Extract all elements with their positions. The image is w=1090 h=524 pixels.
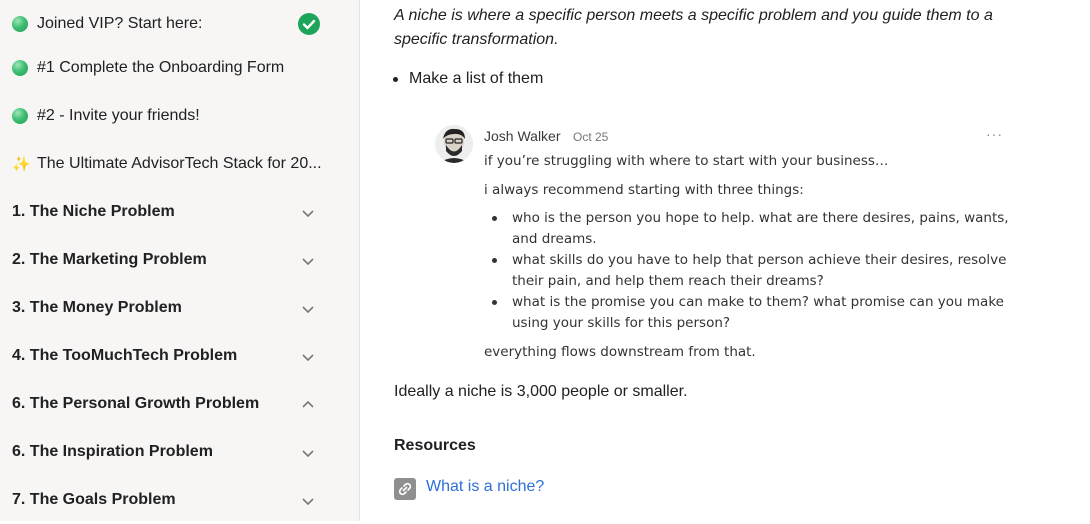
link-icon bbox=[394, 478, 416, 500]
resource-link[interactable]: What is a niche? bbox=[426, 478, 544, 496]
chevron-down-icon[interactable] bbox=[300, 445, 316, 461]
comment-line: everything flows downstream from that. bbox=[484, 344, 756, 360]
section-inspiration-problem[interactable]: 6. The Inspiration Problem bbox=[0, 428, 360, 476]
comment-list-item: what is the promise you can make to them… bbox=[492, 292, 1012, 334]
green-dot-icon bbox=[12, 16, 28, 32]
niche-definition-quote: A niche is where a specific person meets… bbox=[394, 7, 993, 48]
section-niche-problem[interactable]: 1. The Niche Problem bbox=[0, 188, 360, 236]
sidebar-item-advisortech-stack[interactable]: ✨ The Ultimate AdvisorTech Stack for 20.… bbox=[0, 140, 360, 188]
chevron-down-icon[interactable] bbox=[300, 301, 316, 317]
sidebar-item-invite-friends[interactable]: #2 - Invite your friends! bbox=[0, 92, 360, 140]
chevron-down-icon[interactable] bbox=[300, 493, 316, 509]
comment-list-item: who is the person you hope to help. what… bbox=[492, 208, 1012, 250]
comment-list-item: what skills do you have to help that per… bbox=[492, 250, 1012, 292]
sidebar-item-label: Joined VIP? Start here: bbox=[37, 15, 203, 32]
green-dot-icon bbox=[12, 108, 28, 124]
section-money-problem[interactable]: 3. The Money Problem bbox=[0, 284, 360, 332]
green-dot-icon bbox=[12, 60, 28, 76]
section-label: 1. The Niche Problem bbox=[12, 203, 175, 220]
section-label: 4. The TooMuchTech Problem bbox=[12, 347, 238, 364]
sidebar-item-label: #1 Complete the Onboarding Form bbox=[37, 59, 285, 76]
comment-line: if you’re struggling with where to start… bbox=[484, 153, 889, 169]
resources-heading: Resources bbox=[394, 437, 476, 454]
sidebar-item-joined-vip[interactable]: Joined VIP? Start here: bbox=[0, 0, 360, 48]
lesson-content: A niche is where a specific person meets… bbox=[361, 0, 1090, 521]
completed-check-icon bbox=[298, 13, 320, 35]
chevron-down-icon[interactable] bbox=[300, 205, 316, 221]
comment-line: i always recommend starting with three t… bbox=[484, 182, 804, 198]
section-toomuchtech-problem[interactable]: 4. The TooMuchTech Problem bbox=[0, 332, 360, 380]
section-label: 6. The Inspiration Problem bbox=[12, 443, 213, 460]
sidebar-item-onboarding-form[interactable]: #1 Complete the Onboarding Form bbox=[0, 44, 360, 92]
paragraph: Ideally a niche is 3,000 people or small… bbox=[394, 383, 688, 400]
section-marketing-problem[interactable]: 2. The Marketing Problem bbox=[0, 236, 360, 284]
section-goals-problem[interactable]: 7. The Goals Problem bbox=[0, 476, 360, 524]
section-personal-growth-problem[interactable]: 6. The Personal Growth Problem bbox=[0, 380, 360, 428]
sidebar-item-label: The Ultimate AdvisorTech Stack for 20... bbox=[37, 155, 322, 172]
avatar[interactable] bbox=[435, 125, 473, 163]
comment-author[interactable]: Josh Walker bbox=[484, 128, 561, 144]
chevron-down-icon[interactable] bbox=[300, 349, 316, 365]
section-label: 3. The Money Problem bbox=[12, 299, 182, 316]
sparkles-icon: ✨ bbox=[12, 156, 31, 173]
sidebar: Joined VIP? Start here: #1 Complete the … bbox=[0, 0, 360, 521]
list-item: Make a list of them bbox=[392, 68, 543, 90]
more-options-icon[interactable]: ··· bbox=[986, 126, 1003, 142]
section-label: 7. The Goals Problem bbox=[12, 491, 176, 508]
chevron-up-icon[interactable] bbox=[300, 397, 316, 413]
chevron-down-icon[interactable] bbox=[300, 253, 316, 269]
section-label: 6. The Personal Growth Problem bbox=[12, 395, 260, 412]
section-label: 2. The Marketing Problem bbox=[12, 251, 207, 268]
sidebar-item-label: #2 - Invite your friends! bbox=[37, 107, 200, 124]
comment-date: Oct 25 bbox=[573, 130, 609, 144]
